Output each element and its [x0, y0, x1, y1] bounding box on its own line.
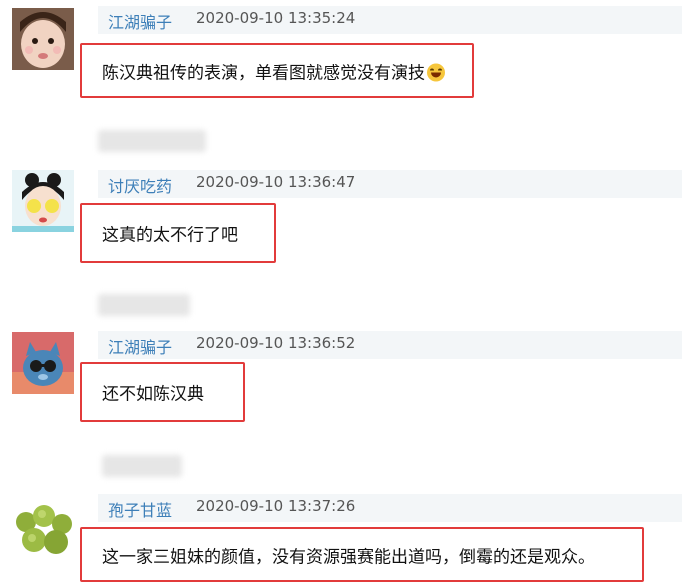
comment-meta: 江湖骗子 2020-09-10 13:35:24	[98, 6, 682, 34]
comment-text-box: 还不如陈汉典	[80, 362, 245, 422]
avatar[interactable]	[12, 498, 74, 560]
username-link[interactable]: 讨厌吃药	[108, 173, 172, 197]
comment-timestamp: 2020-09-10 13:35:24	[196, 9, 356, 27]
blurred-text	[102, 455, 182, 477]
comment-text: 这一家三姐妹的颜值，没有资源强赛能出道吗，倒霉的还是观众。	[102, 547, 595, 567]
blurred-text	[98, 130, 206, 152]
grinning-sweat-emoji-icon	[427, 63, 445, 81]
username-link[interactable]: 江湖骗子	[108, 9, 172, 33]
comment-meta: 孢子甘蓝 2020-09-10 13:37:26	[98, 494, 682, 522]
comment-text-box: 这真的太不行了吧	[80, 203, 276, 263]
comment-meta: 江湖骗子 2020-09-10 13:36:52	[98, 331, 682, 359]
blurred-text	[98, 294, 190, 316]
comment-text: 陈汉典祖传的表演，单看图就感觉没有演技	[102, 58, 445, 83]
avatar[interactable]	[12, 332, 74, 394]
comment-text: 还不如陈汉典	[102, 384, 204, 405]
username-link[interactable]: 江湖骗子	[108, 334, 172, 358]
username-link[interactable]: 孢子甘蓝	[108, 497, 172, 521]
comment-text-box: 这一家三姐妹的颜值，没有资源强赛能出道吗，倒霉的还是观众。	[80, 527, 644, 582]
comment-text: 这真的太不行了吧	[102, 225, 238, 246]
avatar[interactable]	[12, 8, 74, 70]
avatar[interactable]	[12, 170, 74, 232]
comment-timestamp: 2020-09-10 13:37:26	[196, 497, 356, 515]
comment-text-box: 陈汉典祖传的表演，单看图就感觉没有演技	[80, 43, 474, 98]
comment-timestamp: 2020-09-10 13:36:52	[196, 334, 356, 352]
comment-timestamp: 2020-09-10 13:36:47	[196, 173, 356, 191]
comment-meta: 讨厌吃药 2020-09-10 13:36:47	[98, 170, 682, 198]
